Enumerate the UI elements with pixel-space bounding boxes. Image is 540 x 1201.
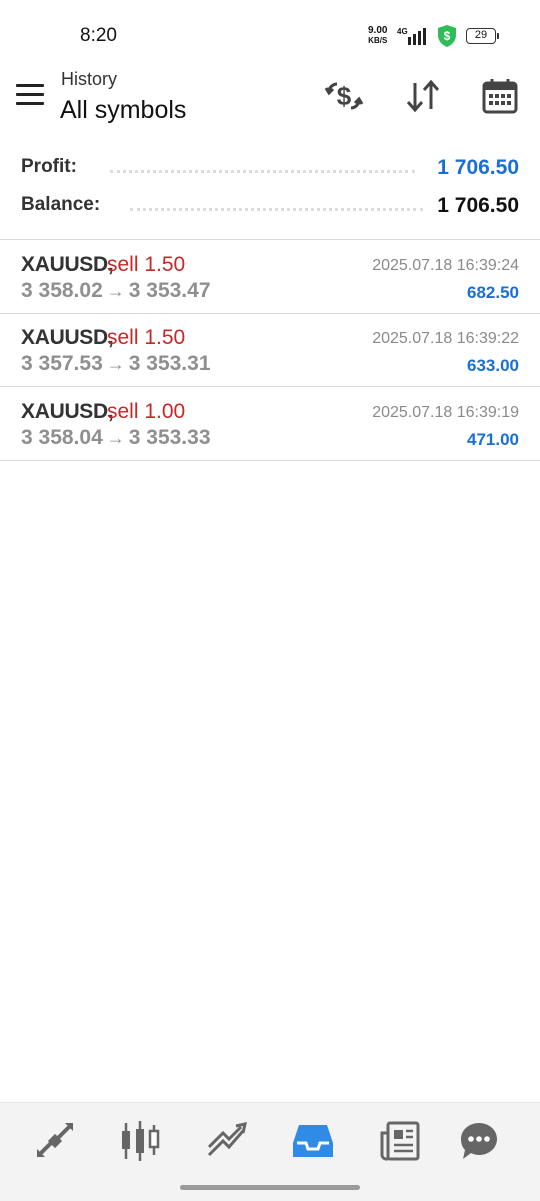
deal-symbol: XAUUSD, [21, 253, 114, 276]
status-time: 8:20 [80, 25, 117, 46]
home-indicator[interactable] [180, 1185, 360, 1190]
deal-prices: 3 357.53 → 3 353.31 [21, 352, 211, 376]
deal-close-price: 3 353.47 [128, 279, 211, 302]
deal-time: 2025.07.18 16:39:22 [372, 330, 519, 347]
deal-open-price: 3 358.02 [21, 279, 103, 302]
deal-side: sell 1.00 [107, 400, 186, 423]
deal-prices: 3 358.02 → 3 353.47 [21, 279, 211, 303]
history-icon [293, 1125, 333, 1157]
menu-icon[interactable] [16, 84, 44, 108]
deal-profit: 682.50 [467, 283, 519, 302]
deal-close-price: 3 353.31 [128, 352, 211, 375]
nav-news[interactable] [378, 1119, 422, 1163]
deal-row[interactable]: XAUUSD, sell 1.50 2025.07.18 16:39:24 3 … [0, 241, 540, 314]
currency-exchange-icon: $ [324, 81, 364, 111]
profit-value: 1 706.50 [437, 156, 519, 179]
deal-arrow: → [106, 281, 125, 301]
signal-icon [408, 28, 426, 45]
chat-icon [461, 1123, 497, 1159]
balance-label: Balance: [21, 194, 101, 215]
divider [0, 239, 540, 240]
deal-symbol: XAUUSD, [21, 326, 114, 349]
divider [0, 386, 540, 387]
deal-symbol: XAUUSD, [21, 400, 114, 423]
network-speed-unit: KB/S [368, 36, 388, 45]
deal-row[interactable]: XAUUSD, sell 1.00 2025.07.18 16:39:19 3 … [0, 388, 540, 461]
balance-value: 1 706.50 [437, 194, 519, 217]
profit-row: Profit: 1 706.50 [0, 156, 540, 186]
nav-chat[interactable] [457, 1119, 501, 1163]
deal-time: 2025.07.18 16:39:24 [372, 257, 519, 274]
quotes-icon [37, 1123, 73, 1157]
nav-quotes[interactable] [33, 1119, 77, 1163]
sort-button[interactable] [401, 74, 445, 118]
deal-open-price: 3 358.04 [21, 426, 103, 449]
balance-leader-dots [130, 208, 423, 211]
nav-history[interactable] [291, 1119, 335, 1163]
svg-text:$: $ [337, 81, 352, 111]
deal-prices: 3 358.04 → 3 353.33 [21, 426, 211, 450]
balance-row: Balance: 1 706.50 [0, 194, 540, 224]
deal-arrow: → [106, 354, 125, 374]
svg-text:$: $ [444, 29, 451, 43]
divider [0, 460, 540, 461]
battery-indicator: 29 [466, 28, 499, 44]
deal-time: 2025.07.18 16:39:19 [372, 404, 519, 421]
security-shield-icon: $ [438, 25, 456, 47]
deal-open-price: 3 357.53 [21, 352, 103, 375]
profit-leader-dots [110, 170, 415, 173]
nav-trade[interactable] [205, 1119, 249, 1163]
news-icon [380, 1121, 420, 1161]
deal-profit: 633.00 [467, 356, 519, 375]
deal-side: sell 1.50 [107, 326, 186, 349]
deal-close-price: 3 353.33 [128, 426, 211, 449]
nav-chart[interactable] [118, 1119, 162, 1163]
deal-profit: 471.00 [467, 430, 519, 449]
app-header: History All symbols $ [0, 66, 540, 136]
sort-icon [406, 79, 440, 113]
trade-icon [207, 1122, 247, 1157]
calendar-icon [482, 79, 518, 114]
network-speed-value: 9.00 [368, 25, 388, 36]
header-subtitle: History [61, 69, 118, 89]
deal-arrow: → [106, 428, 125, 448]
network-speed: 9.00 KB/S [368, 26, 387, 46]
currency-exchange-button[interactable]: $ [322, 74, 366, 118]
deal-row[interactable]: XAUUSD, sell 1.50 2025.07.18 16:39:22 3 … [0, 314, 540, 387]
status-bar: 8:20 9.00 KB/S 4G $ 29 [0, 0, 540, 70]
profit-label: Profit: [21, 156, 77, 177]
chart-icon [122, 1121, 160, 1161]
page-title[interactable]: All symbols [60, 96, 186, 125]
calendar-button[interactable] [478, 74, 522, 118]
deal-side: sell 1.50 [107, 253, 186, 276]
